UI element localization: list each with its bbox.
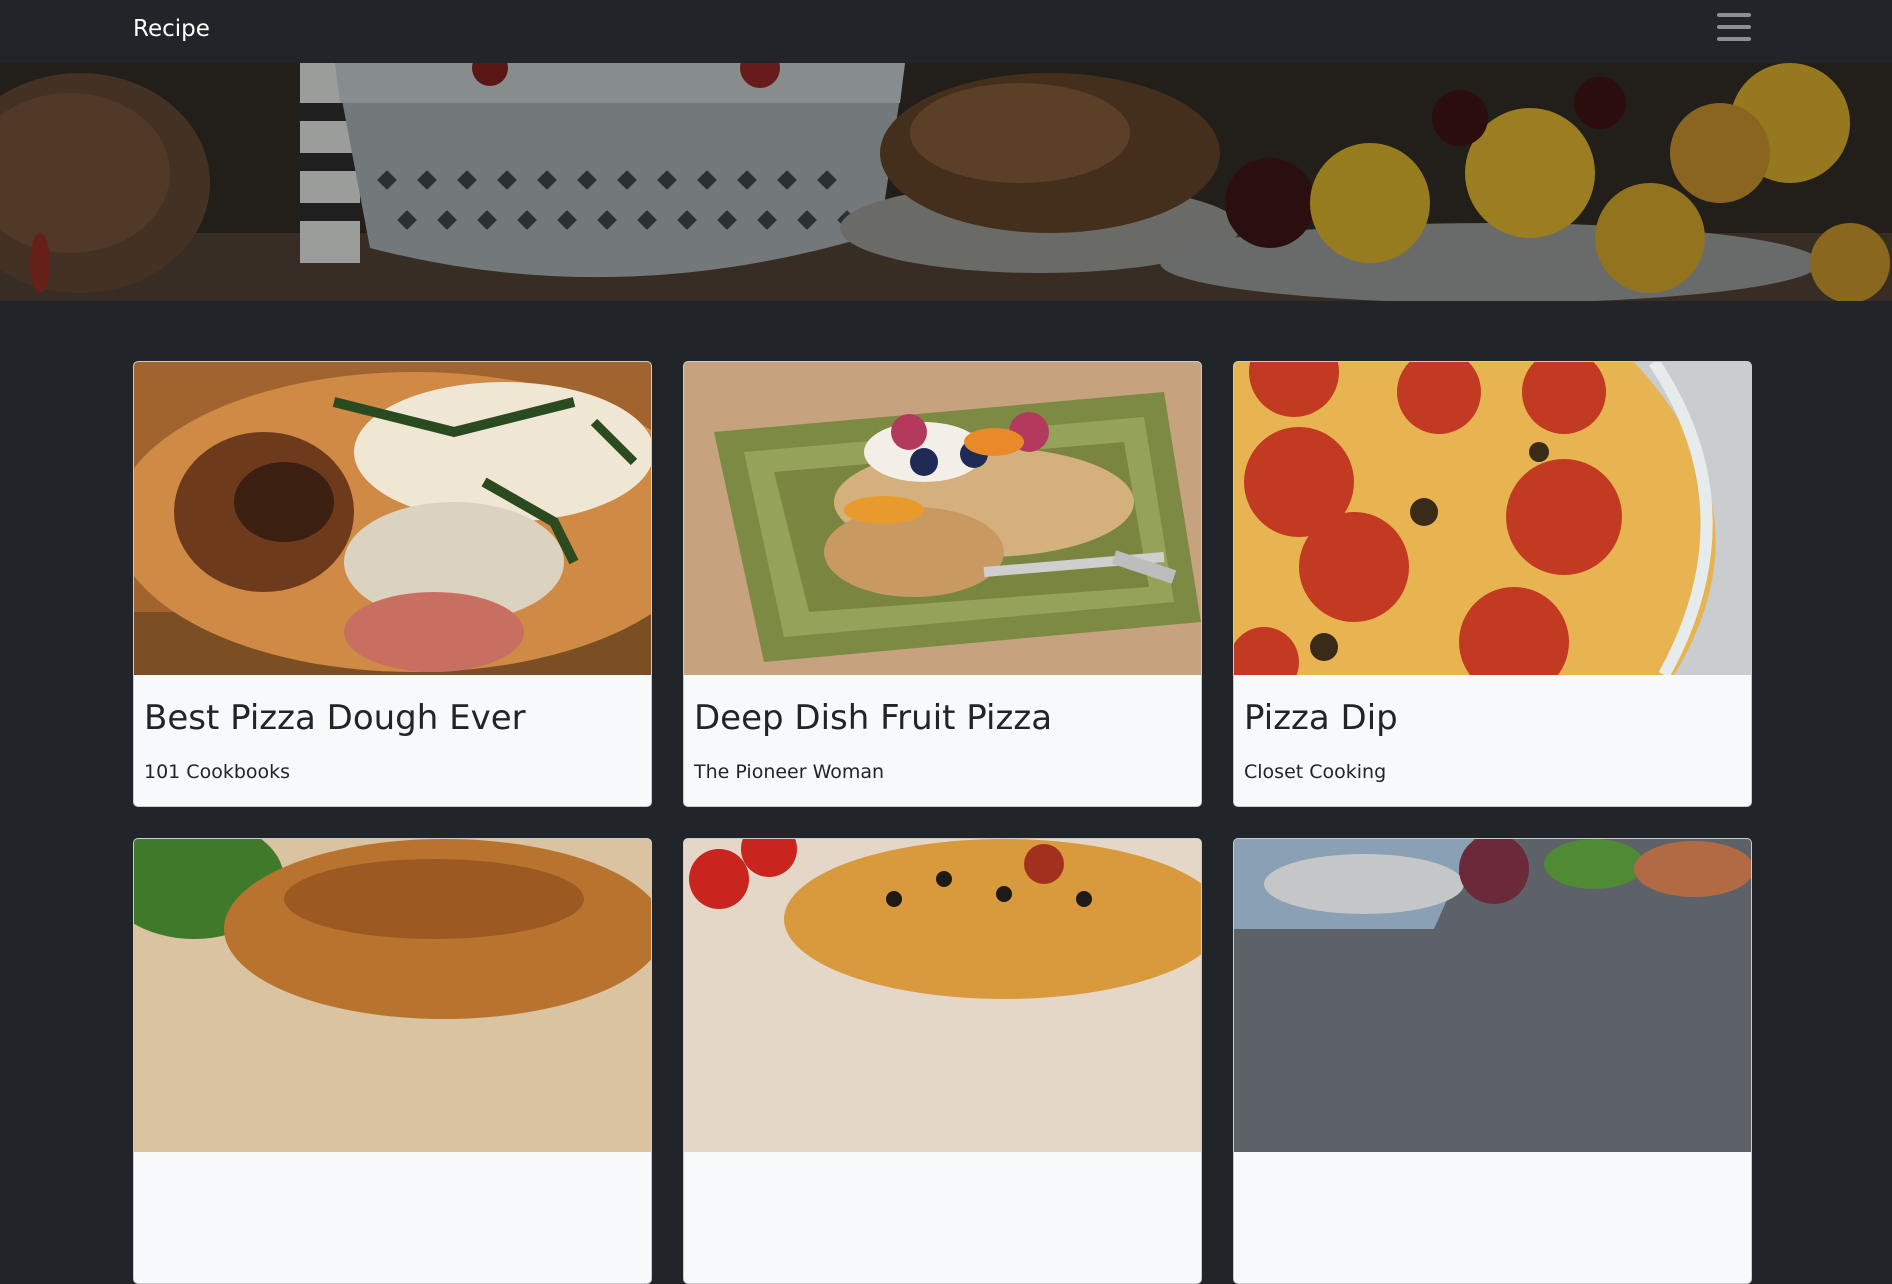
- pizza-crust-basil-photo: [134, 362, 651, 675]
- recipe-card[interactable]: [683, 838, 1202, 1284]
- food-table-banner-image: [0, 63, 1892, 301]
- recipe-card[interactable]: Best Pizza Dough Ever 101 Cookbooks: [133, 361, 652, 807]
- recipe-image[interactable]: [134, 362, 651, 675]
- hero-banner: [0, 63, 1892, 301]
- hamburger-menu-icon[interactable]: [1714, 10, 1754, 46]
- pepperoni-olive-pizza-photo: [684, 839, 1201, 1152]
- recipe-card[interactable]: [1233, 838, 1752, 1284]
- flatbread-pizza-photo: [134, 839, 651, 1152]
- recipe-source: 101 Cookbooks: [144, 761, 291, 783]
- recipe-title[interactable]: Best Pizza Dough Ever: [144, 696, 526, 740]
- brand-link[interactable]: Recipe: [133, 14, 210, 44]
- recipe-title[interactable]: Pizza Dip: [1244, 696, 1398, 740]
- recipe-image[interactable]: [684, 839, 1201, 1152]
- recipe-image[interactable]: [134, 839, 651, 1152]
- pepperoni-dip-photo: [1234, 362, 1751, 675]
- recipe-source: The Pioneer Woman: [694, 761, 885, 783]
- recipe-card[interactable]: [133, 838, 652, 1284]
- recipe-image[interactable]: [1234, 839, 1751, 1152]
- navbar: Recipe: [0, 0, 1892, 63]
- recipe-card[interactable]: Pizza Dip Closet Cooking: [1233, 361, 1752, 807]
- table-setting-photo: [1234, 839, 1751, 1152]
- recipe-image[interactable]: [684, 362, 1201, 675]
- fruit-pizza-plate-photo: [684, 362, 1201, 675]
- recipe-source: Closet Cooking: [1244, 761, 1387, 783]
- recipe-image[interactable]: [1234, 362, 1751, 675]
- recipe-title[interactable]: Deep Dish Fruit Pizza: [694, 696, 1052, 740]
- recipe-card[interactable]: Deep Dish Fruit Pizza The Pioneer Woman: [683, 361, 1202, 807]
